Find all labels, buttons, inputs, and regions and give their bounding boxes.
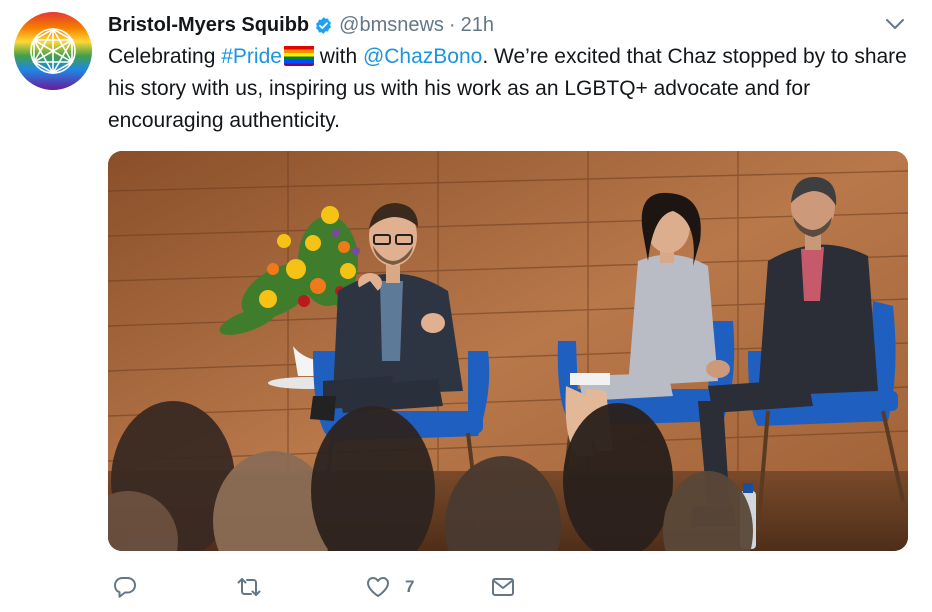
rainbow-flag-icon [283, 45, 314, 66]
tweet-actions: 7 [108, 570, 608, 604]
avatar[interactable] [14, 12, 92, 90]
envelope-icon [492, 578, 514, 596]
like-button[interactable]: 7 [365, 570, 414, 604]
reply-button[interactable] [112, 570, 138, 604]
separator-dot: · [448, 13, 456, 36]
timestamp[interactable]: 21h [461, 14, 494, 37]
retweet-icon [237, 578, 261, 596]
reply-icon [114, 577, 136, 598]
chevron-down-icon[interactable] [884, 16, 906, 32]
retweet-button[interactable] [236, 570, 262, 604]
direct-message-button[interactable] [490, 570, 516, 604]
panel-discussion-image [108, 151, 908, 551]
like-count: 7 [405, 577, 415, 596]
tweet-photo[interactable] [108, 151, 908, 551]
mention-link[interactable]: @ChazBono [363, 45, 482, 68]
hashtag-link[interactable]: #Pride [221, 45, 282, 68]
bms-logo-icon [30, 27, 76, 75]
heart-icon [367, 577, 389, 597]
tweet-header: Bristol-Myers Squibb @bmsnews · 21h [108, 12, 494, 38]
tweet-text: Celebrating #Pride with @ChazBono. We’re… [108, 41, 918, 137]
tweet-text-part: Celebrating [108, 45, 222, 68]
tweet-text-part: with [313, 45, 363, 68]
verified-badge-icon [316, 16, 332, 34]
author-name[interactable]: Bristol-Myers Squibb [108, 14, 309, 37]
author-handle[interactable]: @bmsnews [339, 14, 444, 37]
